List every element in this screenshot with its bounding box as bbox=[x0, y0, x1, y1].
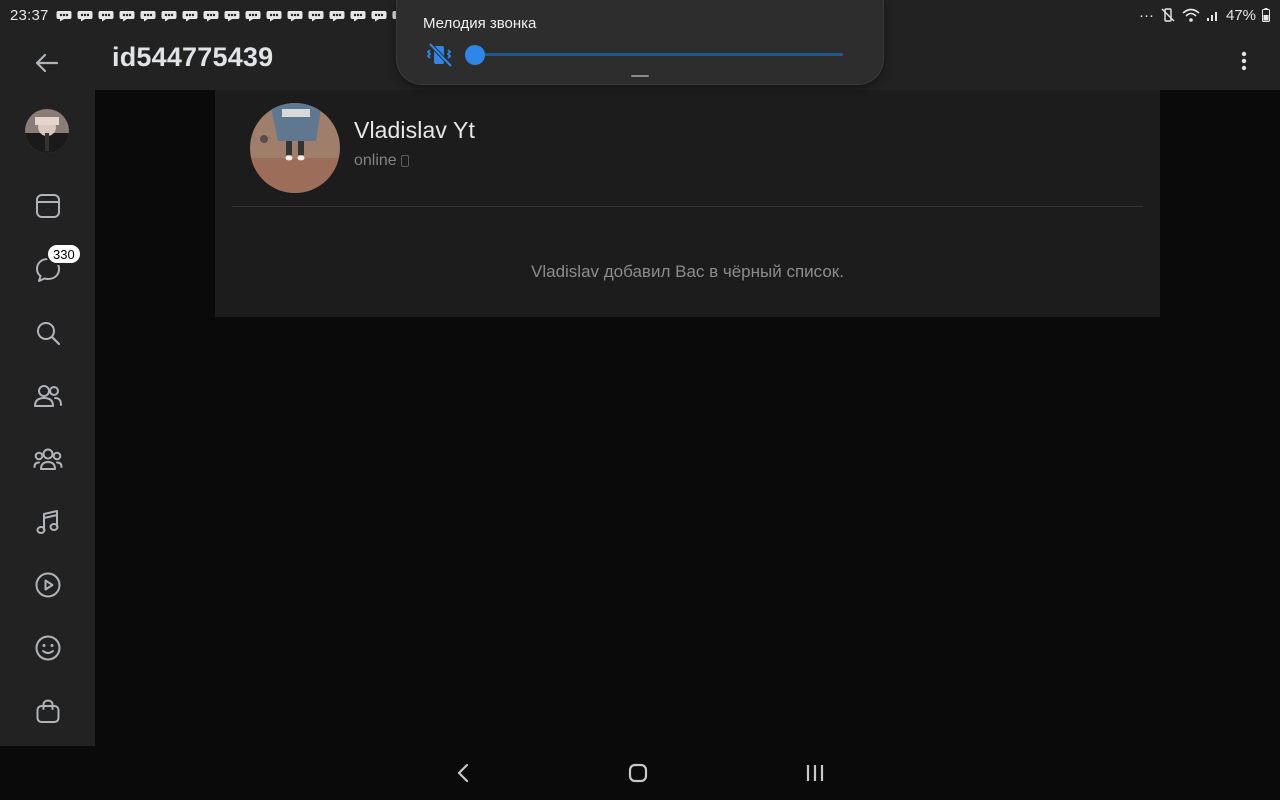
communities-icon bbox=[33, 448, 63, 470]
app-notification-icon bbox=[203, 11, 219, 22]
overflow-indicator: ··· bbox=[1138, 6, 1154, 24]
nav-home-button[interactable] bbox=[623, 760, 653, 786]
search-icon bbox=[37, 322, 61, 346]
profile-name: Vladislav Yt bbox=[354, 117, 475, 143]
app-notification-icon bbox=[350, 11, 366, 22]
profile-avatar-image bbox=[250, 103, 340, 193]
more-options-button[interactable] bbox=[1234, 48, 1254, 74]
page-title: id544775439 bbox=[112, 42, 274, 72]
video-icon bbox=[35, 572, 61, 598]
back-button[interactable] bbox=[30, 50, 64, 76]
nav-home-icon bbox=[628, 763, 648, 783]
app-notification-icon bbox=[224, 11, 240, 22]
market-icon bbox=[36, 699, 60, 723]
sidebar-item-video[interactable] bbox=[28, 565, 68, 605]
status-indicators: ··· 47% bbox=[1139, 7, 1270, 24]
nav-recents-button[interactable] bbox=[800, 760, 830, 786]
sidebar-item-news[interactable] bbox=[28, 186, 68, 226]
app-notification-icon bbox=[308, 11, 324, 22]
profile-avatar[interactable] bbox=[250, 103, 340, 193]
app-screen: 23:37 ··· 47% id544775439 330 Vladislav … bbox=[0, 0, 1280, 800]
panel-expand-handle[interactable] bbox=[631, 75, 649, 77]
sidebar-item-stickers[interactable] bbox=[28, 628, 68, 668]
arrow-left-icon bbox=[35, 53, 59, 73]
volume-label: Мелодия звонка bbox=[423, 15, 537, 32]
wifi-icon bbox=[1182, 8, 1200, 22]
online-status-text: online bbox=[354, 152, 397, 169]
nav-back-button[interactable] bbox=[448, 760, 478, 786]
profile-online-status: online bbox=[354, 152, 409, 170]
signal-icon bbox=[1206, 12, 1217, 21]
sidebar-nav: 330 bbox=[0, 90, 95, 746]
app-notification-icon bbox=[140, 11, 156, 22]
app-notification-icon bbox=[161, 11, 177, 22]
card-divider bbox=[232, 206, 1143, 207]
app-notification-icon bbox=[371, 11, 387, 22]
app-notification-icon bbox=[119, 11, 135, 22]
system-nav-bar bbox=[0, 746, 1280, 800]
blocked-profile-card: Vladislav Yt online Vladislav добавил Ва… bbox=[215, 90, 1160, 317]
app-notification-icon bbox=[287, 11, 303, 22]
mobile-icon bbox=[400, 155, 409, 167]
volume-slider-thumb[interactable] bbox=[465, 45, 485, 65]
user-avatar[interactable] bbox=[25, 109, 69, 153]
nav-back-icon bbox=[457, 763, 469, 783]
app-notification-icon bbox=[56, 11, 72, 22]
app-notification-icon bbox=[98, 11, 114, 22]
sidebar-item-communities[interactable] bbox=[28, 439, 68, 479]
nav-recents-icon bbox=[806, 765, 824, 781]
sidebar-item-search[interactable] bbox=[28, 313, 68, 353]
vibrate-mute-icon bbox=[426, 42, 453, 68]
status-time: 23:37 bbox=[10, 6, 49, 24]
sidebar-item-music[interactable] bbox=[28, 502, 68, 542]
volume-slider-track[interactable] bbox=[475, 53, 843, 56]
unread-messages-badge: 330 bbox=[46, 243, 82, 265]
friends-icon bbox=[34, 385, 62, 407]
battery-icon bbox=[1262, 8, 1270, 22]
stickers-icon bbox=[35, 635, 61, 661]
more-vertical-icon bbox=[1241, 51, 1247, 71]
blacklist-notice: Vladislav добавил Вас в чёрный список. bbox=[531, 262, 844, 281]
app-notification-icon bbox=[182, 11, 198, 22]
sidebar-item-friends[interactable] bbox=[28, 376, 68, 416]
user-avatar-image bbox=[25, 109, 69, 153]
battery-level: 47% bbox=[1225, 6, 1256, 24]
app-notification-icon bbox=[329, 11, 345, 22]
sidebar-item-market[interactable] bbox=[28, 691, 68, 731]
app-notification-icon bbox=[245, 11, 261, 22]
music-icon bbox=[36, 510, 59, 534]
app-notification-icon bbox=[266, 11, 282, 22]
vibrate-mute-icon bbox=[1161, 8, 1175, 22]
newsfeed-icon bbox=[36, 194, 60, 218]
volume-panel: Мелодия звонка bbox=[396, 0, 884, 85]
volume-mode-button[interactable] bbox=[426, 42, 455, 68]
app-notification-icon bbox=[77, 11, 93, 22]
